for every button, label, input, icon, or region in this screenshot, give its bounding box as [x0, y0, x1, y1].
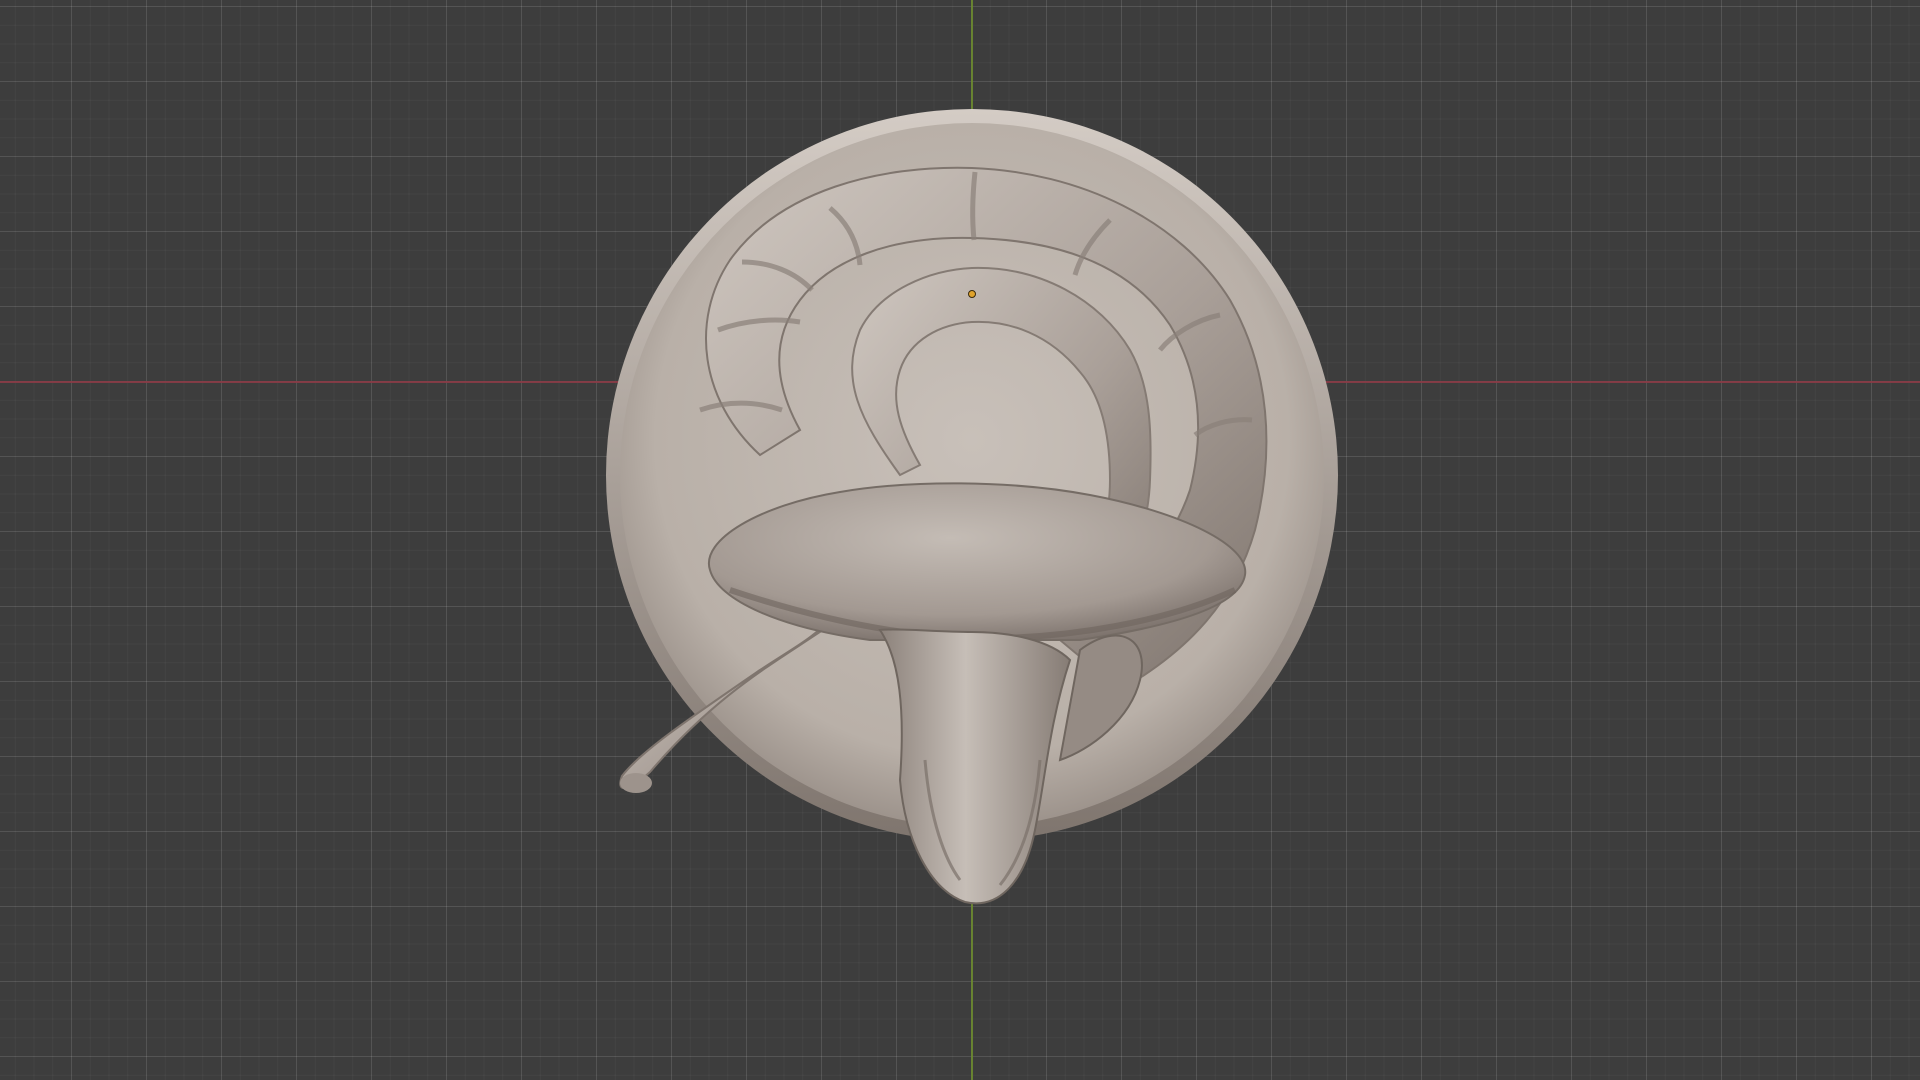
sculpt-model[interactable] [0, 0, 1920, 1080]
3d-viewport[interactable] [0, 0, 1920, 1080]
origin-marker [968, 290, 976, 298]
horn-segment-groove [970, 171, 978, 241]
tail-tip-end [620, 773, 652, 793]
head-body [878, 628, 1072, 905]
